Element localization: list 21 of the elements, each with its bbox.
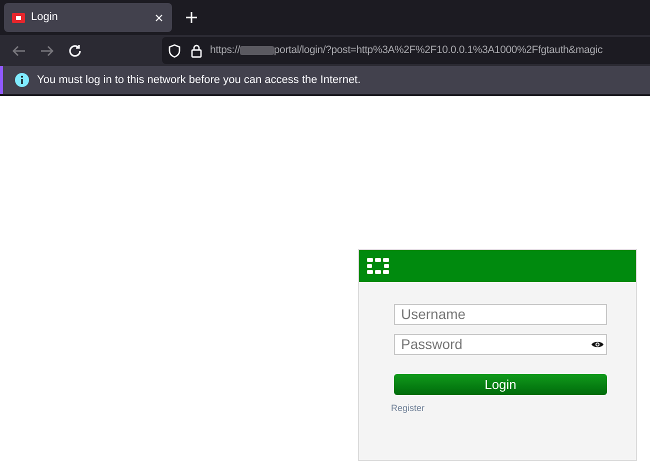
grid-logo-icon: [367, 258, 389, 274]
back-arrow-icon[interactable]: [12, 44, 26, 58]
notification-message: You must log in to this network before you can access the Internet.: [37, 72, 361, 88]
eye-icon[interactable]: [591, 340, 604, 349]
new-tab-icon[interactable]: [186, 12, 197, 23]
password-field[interactable]: Password: [394, 334, 607, 355]
tab-title: Login: [31, 10, 59, 26]
blurred-text-placeholder: [240, 46, 274, 55]
login-button[interactable]: Login: [394, 374, 607, 395]
register-link[interactable]: Register: [391, 402, 607, 416]
url-text: portal/login/?post=http%3A%2F%2F10.0.0.1%3A1000%2Ffgtauth&magic: [274, 42, 602, 58]
info-icon: [15, 73, 29, 87]
url-text: https://: [210, 42, 240, 58]
forward-arrow-icon[interactable]: [40, 44, 54, 58]
shield-icon[interactable]: [168, 44, 181, 58]
browser-tab[interactable]: Login: [4, 3, 172, 32]
reload-icon[interactable]: [68, 44, 82, 58]
close-icon[interactable]: [155, 14, 163, 22]
username-field[interactable]: Username: [394, 304, 607, 325]
address-bar[interactable]: https:// portal/login/?post=http%3A%2F%2F10.0.0.1%3A1000%2Ffgtauth&magic: [162, 37, 650, 64]
lock-icon[interactable]: [191, 44, 202, 58]
